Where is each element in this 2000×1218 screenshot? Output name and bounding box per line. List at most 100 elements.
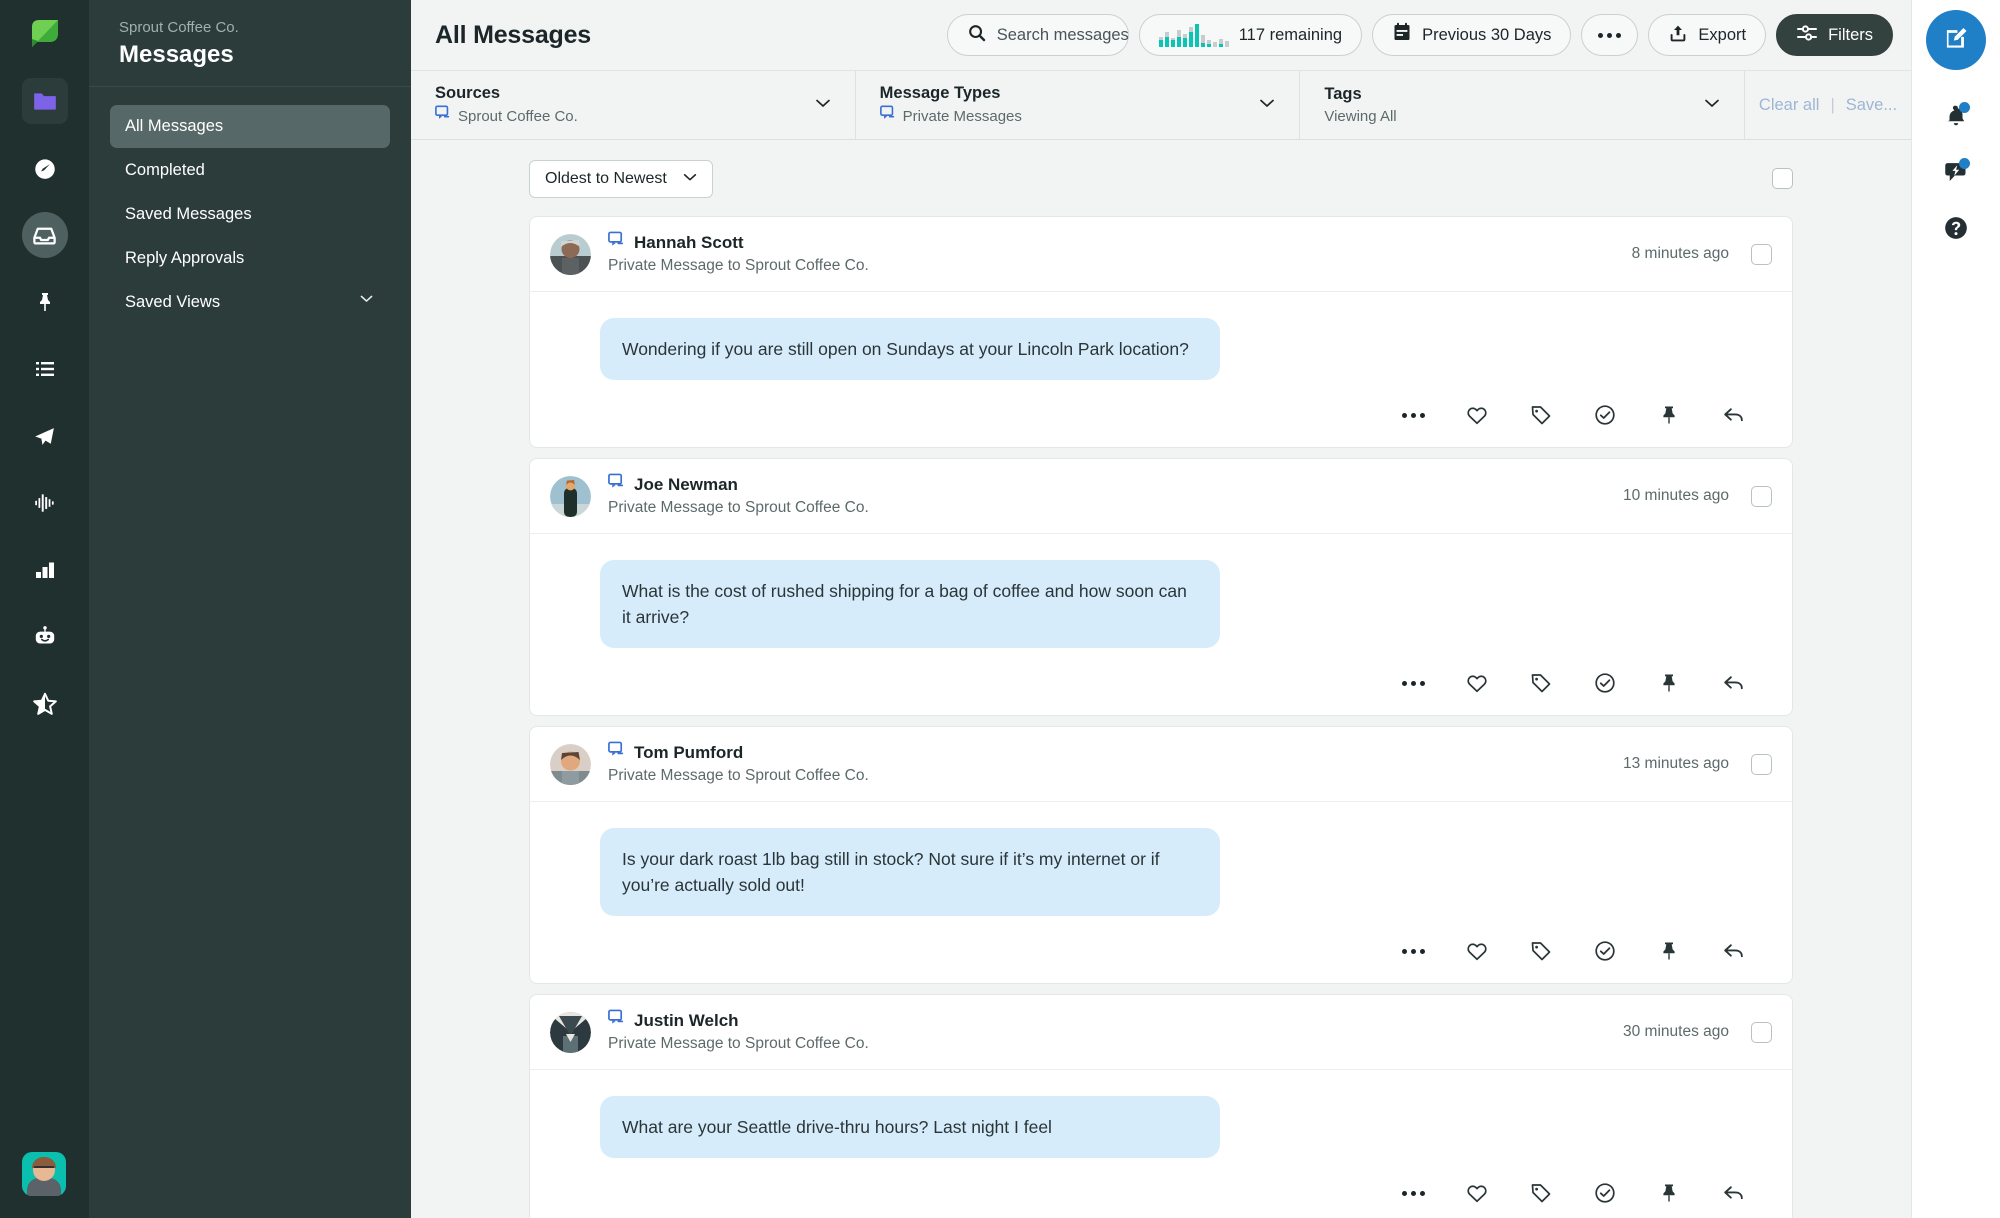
reply-icon[interactable] <box>1720 670 1746 696</box>
rail-item-publishing-folder[interactable] <box>21 78 68 124</box>
message-card-header: Tom Pumford Private Message to Sprout Co… <box>530 727 1792 802</box>
ellipsis-icon[interactable] <box>1400 670 1426 696</box>
compose-button[interactable] <box>1926 10 1986 70</box>
filters-button[interactable]: Filters <box>1776 14 1893 56</box>
sort-order-select[interactable]: Oldest to Newest <box>529 160 713 198</box>
filter-message-types[interactable]: Message Types Private Messages <box>856 71 1301 139</box>
message-select-checkbox[interactable] <box>1751 243 1772 265</box>
message-feed-scroll[interactable]: Oldest to Newest Hannah Scott Private Me… <box>411 140 1911 1218</box>
sidebar-item-label: Saved Views <box>125 293 221 311</box>
chevron-down-icon <box>358 281 375 324</box>
message-card[interactable]: Tom Pumford Private Message to Sprout Co… <box>529 726 1793 984</box>
message-timestamp: 13 minutes ago <box>1623 755 1729 772</box>
message-author-row: Joe Newman <box>608 473 869 496</box>
select-all-checkbox[interactable] <box>1772 168 1793 189</box>
pin-icon[interactable] <box>1656 402 1682 428</box>
pin-icon[interactable] <box>1656 938 1682 964</box>
message-card[interactable]: Joe Newman Private Message to Sprout Cof… <box>529 458 1793 716</box>
sidebar-title: Messages <box>119 41 234 68</box>
message-select-checkbox[interactable] <box>1751 753 1772 775</box>
sidebar-header: Sprout Coffee Co. Messages <box>89 0 411 87</box>
rail-item-smart-inbox[interactable] <box>21 212 68 258</box>
sidebar-item-label: All Messages <box>125 117 224 135</box>
message-card-body: What is the cost of rushed shipping for … <box>530 534 1792 648</box>
message-select-checkbox[interactable] <box>1751 485 1772 507</box>
message-card-meta: 10 minutes ago <box>1623 485 1772 507</box>
filter-bar: Sources Sprout Coffee Co. Message Types <box>411 70 1911 140</box>
check-circle-icon[interactable] <box>1592 402 1618 428</box>
pin-icon[interactable] <box>1656 670 1682 696</box>
separator: | <box>1830 95 1835 114</box>
filter-sources[interactable]: Sources Sprout Coffee Co. <box>411 71 856 139</box>
sort-order-label: Oldest to Newest <box>545 170 667 187</box>
message-card[interactable]: Hannah Scott Private Message to Sprout C… <box>529 216 1793 448</box>
whats-new-button[interactable] <box>1930 148 1982 200</box>
message-author-block: Justin Welch Private Message to Sprout C… <box>608 1009 869 1055</box>
message-card-meta: 13 minutes ago <box>1623 753 1772 775</box>
search-input[interactable]: Search messages <box>946 14 1129 56</box>
sidebar-item-saved-messages[interactable]: Saved Messages <box>110 193 390 236</box>
rail-item-tasks[interactable] <box>22 346 68 392</box>
reply-icon[interactable] <box>1720 1180 1746 1206</box>
user-avatar[interactable] <box>22 1152 66 1196</box>
remaining-messages-button[interactable]: 117 remaining <box>1138 14 1363 56</box>
sidebar-item-saved-views[interactable]: Saved Views <box>110 281 390 324</box>
sidebar-item-completed[interactable]: Completed <box>110 149 390 192</box>
message-select-checkbox[interactable] <box>1751 1021 1772 1043</box>
rail-item-listening[interactable] <box>22 480 68 526</box>
ellipsis-icon[interactable] <box>1400 1180 1426 1206</box>
rail-item-pinned[interactable] <box>22 279 68 325</box>
message-bubble: What is the cost of rushed shipping for … <box>600 560 1220 648</box>
heart-icon[interactable] <box>1464 1180 1490 1206</box>
message-card-body: Is your dark roast 1lb bag still in stoc… <box>530 802 1792 916</box>
message-action-bar <box>530 648 1792 715</box>
ellipsis-icon[interactable] <box>1400 402 1426 428</box>
tag-icon[interactable] <box>1528 1180 1554 1206</box>
sidebar-item-reply-approvals[interactable]: Reply Approvals <box>110 237 390 280</box>
message-action-bar <box>530 380 1792 447</box>
sidebar-item-all-messages[interactable]: All Messages <box>110 105 390 148</box>
reply-icon[interactable] <box>1720 402 1746 428</box>
filter-sources-value-row: Sprout Coffee Co. <box>435 105 578 127</box>
date-range-label: Previous 30 Days <box>1422 25 1552 44</box>
heart-icon[interactable] <box>1464 670 1490 696</box>
ellipsis-icon[interactable] <box>1400 938 1426 964</box>
heart-icon[interactable] <box>1464 938 1490 964</box>
help-button[interactable] <box>1930 204 1982 256</box>
whats-new-badge <box>1959 158 1970 169</box>
more-options-button[interactable] <box>1581 14 1639 56</box>
clear-all-link[interactable]: Clear all <box>1759 96 1820 115</box>
rail-item-dashboard[interactable] <box>22 145 68 191</box>
pin-icon[interactable] <box>1656 1180 1682 1206</box>
left-icon-rail <box>0 0 89 1218</box>
rail-item-reports[interactable] <box>22 547 68 593</box>
export-button[interactable]: Export <box>1648 14 1767 56</box>
reply-icon[interactable] <box>1720 938 1746 964</box>
sprout-leaf-logo[interactable] <box>23 12 67 56</box>
rail-item-bots[interactable] <box>22 614 68 660</box>
check-circle-icon[interactable] <box>1592 670 1618 696</box>
message-card-body: What are your Seattle drive-thru hours? … <box>530 1070 1792 1158</box>
messenger-icon <box>608 741 625 764</box>
tag-icon[interactable] <box>1528 670 1554 696</box>
date-range-button[interactable]: Previous 30 Days <box>1372 14 1572 56</box>
check-circle-icon[interactable] <box>1592 1180 1618 1206</box>
save-view-link[interactable]: Save... <box>1846 96 1897 115</box>
notifications-button[interactable] <box>1930 92 1982 144</box>
message-card[interactable]: Justin Welch Private Message to Sprout C… <box>529 994 1793 1218</box>
message-author-name: Tom Pumford <box>634 742 744 762</box>
messenger-icon <box>608 231 625 254</box>
tag-icon[interactable] <box>1528 402 1554 428</box>
message-card-header: Joe Newman Private Message to Sprout Cof… <box>530 459 1792 534</box>
rail-item-reviews[interactable] <box>22 681 68 727</box>
sidebar-org-name: Sprout Coffee Co. <box>119 19 239 36</box>
filter-tags[interactable]: Tags Viewing All <box>1300 71 1746 139</box>
heart-icon[interactable] <box>1464 402 1490 428</box>
message-card-header: Justin Welch Private Message to Sprout C… <box>530 995 1792 1070</box>
check-circle-icon[interactable] <box>1592 938 1618 964</box>
tag-icon[interactable] <box>1528 938 1554 964</box>
sidebar-item-label: Saved Messages <box>125 205 252 223</box>
chevron-down-icon <box>681 168 699 191</box>
robot-icon <box>32 624 58 650</box>
rail-item-publish[interactable] <box>22 413 68 459</box>
